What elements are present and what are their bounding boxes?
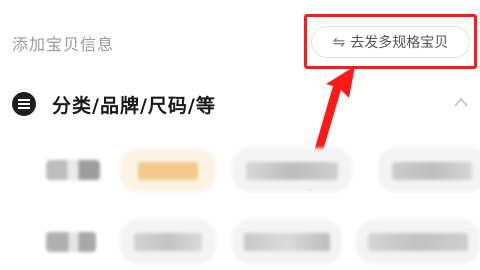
- list-icon: [12, 92, 36, 116]
- option-chip-text: [392, 162, 472, 180]
- section-title: 分类/品牌/尺码/等: [52, 95, 216, 117]
- option-chip-text: [368, 233, 468, 251]
- highlight-annotation-box: [304, 14, 477, 69]
- chevron-up-icon[interactable]: [453, 96, 469, 108]
- blurred-label: [46, 232, 96, 252]
- option-chip-text: [244, 233, 330, 251]
- option-chip-text: [246, 162, 338, 180]
- option-chip-selected-inner: [138, 162, 198, 180]
- option-chip-text: [134, 233, 202, 251]
- blurred-label: [46, 160, 100, 180]
- page-header-title: 添加宝贝信息: [12, 35, 115, 54]
